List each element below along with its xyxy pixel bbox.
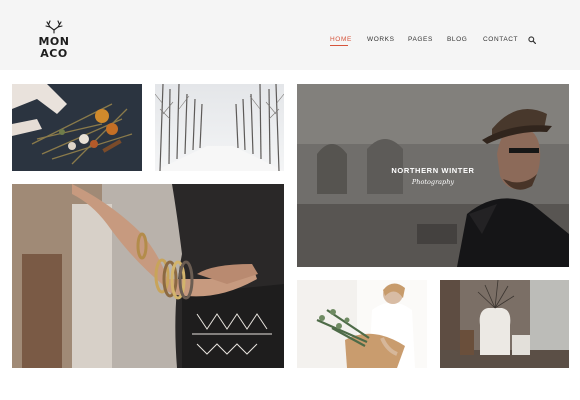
- featured-title: NORTHERN WINTER: [391, 166, 475, 175]
- nav-pages[interactable]: PAGES: [408, 36, 433, 43]
- nav-home[interactable]: HOME: [330, 36, 352, 43]
- search-icon[interactable]: [528, 36, 536, 44]
- logo[interactable]: MON ACO: [36, 20, 72, 60]
- nav-blog[interactable]: BLOG: [447, 36, 467, 43]
- logo-text-line1: MON: [38, 35, 70, 48]
- wrapped-bouquet-photo[interactable]: [297, 280, 427, 368]
- nav-active-underline: [330, 45, 348, 46]
- site-header: MON ACO HOME WORKS PAGES BLOG CONTACT: [0, 0, 580, 70]
- featured-subtitle: Photography: [411, 178, 455, 186]
- vase-still-life-photo[interactable]: [440, 280, 569, 368]
- northern-winter-photo[interactable]: NORTHERN WINTER Photography: [297, 84, 569, 267]
- nav-works[interactable]: WORKS: [367, 36, 395, 43]
- snowy-forest-road-photo[interactable]: [155, 84, 284, 171]
- nav-contact[interactable]: CONTACT: [483, 36, 518, 43]
- logo-text-line2: ACO: [40, 47, 68, 60]
- antler-icon: [45, 20, 63, 34]
- bracelets-fashion-photo[interactable]: [12, 184, 284, 368]
- dried-flowers-photo[interactable]: [12, 84, 142, 171]
